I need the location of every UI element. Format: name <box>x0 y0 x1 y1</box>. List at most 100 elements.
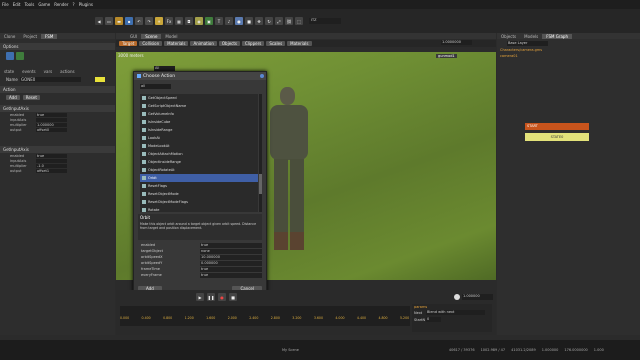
subtab-actions[interactable]: actions <box>56 69 78 74</box>
fx-button[interactable]: Fx <box>165 17 173 25</box>
tab-fsm[interactable]: FSM <box>41 33 58 39</box>
tab-models[interactable]: Models <box>520 34 542 39</box>
sun-icon[interactable]: ☀ <box>155 17 163 25</box>
play-icon[interactable]: ▶ <box>196 293 204 301</box>
list-item[interactable]: ResetFlags <box>140 182 258 190</box>
list-item[interactable]: ModeLookAt <box>140 142 258 150</box>
menu-plugins[interactable]: Plugins <box>79 2 93 7</box>
menu-file[interactable]: File <box>2 2 9 7</box>
image-icon[interactable]: ▣ <box>205 17 213 25</box>
new-file-icon[interactable]: ▭ <box>105 17 113 25</box>
list-item[interactable]: IsInsideCube <box>140 118 258 126</box>
layout-dropdown[interactable]: ITZ <box>309 18 341 24</box>
subtab-vars[interactable]: vars <box>40 69 57 74</box>
subtab-clippers[interactable]: Clippers <box>242 41 265 46</box>
menu-help[interactable]: ? <box>72 2 74 7</box>
prop-value[interactable]: 0.000000 <box>200 260 262 266</box>
prop-value[interactable]: true <box>200 242 262 248</box>
fsm-add-icon[interactable] <box>6 52 14 60</box>
prop-value[interactable]: true <box>200 272 262 278</box>
pause-icon[interactable]: ❚❚ <box>207 293 215 301</box>
list-item[interactable]: Orbit <box>140 174 258 182</box>
playback-controls: ▶ ❚❚ ● ■ <box>196 293 237 301</box>
select-icon[interactable]: ⬚ <box>295 17 303 25</box>
close-icon[interactable] <box>260 74 264 78</box>
tab-clone[interactable]: Clone <box>0 34 19 39</box>
save-icon[interactable]: ▪ <box>125 17 133 25</box>
stop-icon[interactable]: ■ <box>229 293 237 301</box>
param-next-select[interactable]: Blend with next <box>426 310 485 315</box>
time-field[interactable]: 1.000000 <box>462 294 493 300</box>
grid-icon[interactable]: ▦ <box>175 17 183 25</box>
text-tool-button[interactable]: T <box>215 17 223 25</box>
dialog-filter-select[interactable]: all <box>140 84 171 89</box>
prop-value[interactable]: 10.000000 <box>200 254 262 260</box>
subtab-scales[interactable]: Scales <box>266 41 286 46</box>
cube-icon[interactable]: ■ <box>245 17 253 25</box>
menu-render[interactable]: Render <box>54 2 68 7</box>
rotate-icon[interactable]: ↻ <box>265 17 273 25</box>
menu-edit[interactable]: Edit <box>13 2 21 7</box>
tab-scene[interactable]: Scene <box>141 33 162 39</box>
back-icon[interactable]: ◀ <box>95 17 103 25</box>
action-list[interactable]: GetObjectSpeed GetScriptObjectName GetVolu… <box>140 94 258 212</box>
record-icon[interactable]: ● <box>218 293 226 301</box>
time-indicator-icon[interactable] <box>454 294 460 300</box>
list-item[interactable]: ResetObjectModeFlags <box>140 198 258 206</box>
tab-model[interactable]: Model <box>161 34 181 39</box>
link-icon[interactable]: ⛓ <box>285 17 293 25</box>
list-item[interactable]: GetVolumeInfo <box>140 110 258 118</box>
open-folder-icon[interactable]: ▬ <box>115 17 123 25</box>
ruler-tick-label: 4.400 <box>356 316 367 320</box>
list-item[interactable]: ResetObjectMode <box>140 190 258 198</box>
scale-icon[interactable]: ⤢ <box>275 17 283 25</box>
fsm-node-state[interactable]: STATE0 <box>525 133 589 141</box>
subtab-events[interactable]: events <box>18 69 39 74</box>
sphere-icon[interactable]: ● <box>235 17 243 25</box>
layer-select[interactable]: Base Layer <box>507 41 548 46</box>
list-item[interactable]: ObjectAttachMotion <box>140 150 258 158</box>
prop-value[interactable]: true <box>200 266 262 272</box>
prop-value[interactable]: none <box>200 248 262 254</box>
list-item[interactable]: GetScriptObjectName <box>140 102 258 110</box>
tab-fsm-graph[interactable]: FSM Graph <box>542 33 572 39</box>
soldier-model[interactable] <box>266 87 311 257</box>
subtab-state[interactable]: state <box>0 69 18 74</box>
subtab-materials[interactable]: Materials <box>164 41 189 46</box>
name-field[interactable]: GONE0 <box>20 76 81 82</box>
menu-tools[interactable]: Tools <box>24 2 34 7</box>
list-item[interactable]: LookAt <box>140 134 258 142</box>
list-item[interactable]: Rotate <box>140 206 258 212</box>
tab-gui[interactable]: GUI <box>126 34 141 39</box>
tab-project[interactable]: Project <box>19 34 41 39</box>
list-scrollbar[interactable] <box>259 94 262 212</box>
param-start-field[interactable]: 0 <box>426 317 441 322</box>
light-icon[interactable]: ◉ <box>195 17 203 25</box>
redo-icon[interactable]: ↷ <box>145 17 153 25</box>
fsm-node-icon[interactable] <box>16 52 24 60</box>
state-color-swatch[interactable] <box>95 76 105 82</box>
add-action-button[interactable]: Add <box>6 95 20 100</box>
subtab-objects[interactable]: Objects <box>218 41 241 46</box>
list-item[interactable]: GetObjectSpeed <box>140 94 258 102</box>
subtab-target[interactable]: Target <box>119 41 138 46</box>
list-item[interactable]: ObjectInsideRange <box>140 158 258 166</box>
action-title[interactable]: GetInputAxis <box>0 105 115 112</box>
timeline-ruler[interactable]: 0.000 0.400 0.800 1.200 1.600 2.000 2.400 2.800… <box>120 306 410 326</box>
fsm-node-start[interactable]: START <box>525 123 589 130</box>
reset-action-button[interactable]: Reset <box>22 95 40 100</box>
scroll-thumb[interactable] <box>259 174 262 194</box>
move-icon[interactable]: ✥ <box>255 17 263 25</box>
subtab-animation[interactable]: Animation <box>190 41 217 46</box>
subtab-collision[interactable]: Collision <box>139 41 163 46</box>
menu-game[interactable]: Game <box>38 2 50 7</box>
subtab-materials-2[interactable]: Materials <box>287 41 312 46</box>
action-title[interactable]: GetInputAxis <box>0 146 115 153</box>
list-item[interactable]: ObjectRotateAt <box>140 166 258 174</box>
zoom-field[interactable]: 1.0000000 <box>441 40 472 45</box>
undo-icon[interactable]: ↶ <box>135 17 143 25</box>
camera-icon[interactable]: ◘ <box>185 17 193 25</box>
sound-icon[interactable]: ♪ <box>225 17 233 25</box>
list-item[interactable]: IsInsideRange <box>140 126 258 134</box>
tab-objects[interactable]: Objects <box>497 34 520 39</box>
